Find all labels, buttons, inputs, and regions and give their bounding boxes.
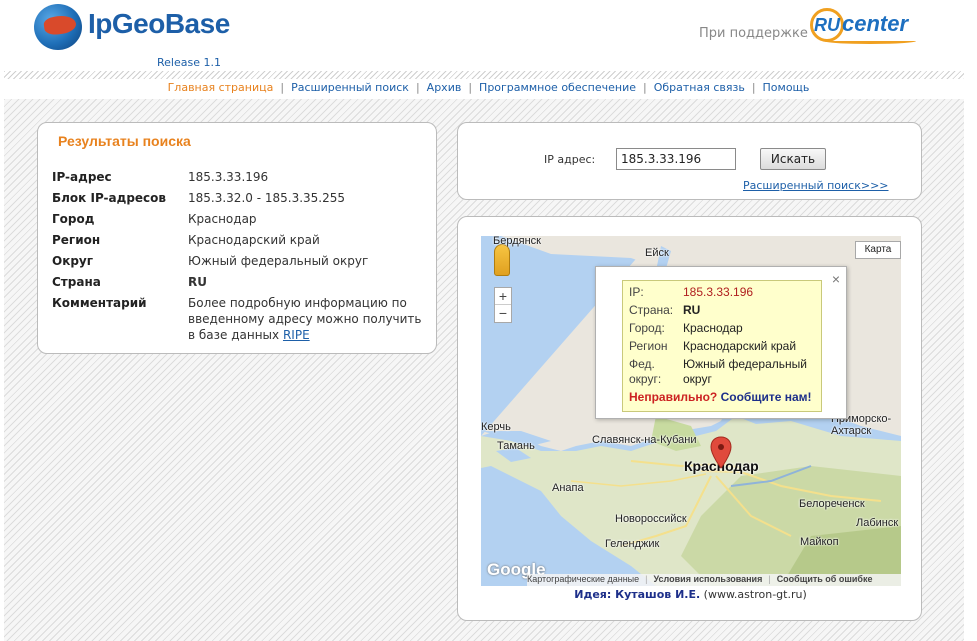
nav-separator: | [415, 81, 420, 94]
map-panel: Карта + − Бердянск Ейск Приморско-Ахтарс… [457, 216, 922, 621]
ripe-link[interactable]: RIPE [283, 328, 310, 342]
terms-link[interactable]: Условия использования [654, 574, 763, 584]
city-label: Белореченск [799, 498, 865, 510]
credits-author: Идея: Куташов И.Е. [574, 588, 701, 601]
release-label: Release 1.1 [157, 56, 221, 69]
map-type-button[interactable]: Карта [855, 241, 901, 259]
nav-help[interactable]: Помощь [763, 81, 810, 94]
nav-software[interactable]: Программное обеспечение [479, 81, 636, 94]
result-label: Город [52, 212, 95, 226]
results-table: IP-адрес 185.3.33.196 Блок IP-адресов 18… [52, 169, 430, 348]
result-label: Округ [52, 254, 94, 268]
location-pin-icon[interactable] [710, 436, 732, 470]
city-label: Анапа [552, 482, 584, 494]
nav-advanced-search[interactable]: Расширенный поиск [291, 81, 409, 94]
credits-site[interactable]: (www.astron-gt.ru) [704, 588, 807, 601]
info-value: Краснодар [683, 321, 743, 335]
info-value: 185.3.33.196 [683, 285, 754, 299]
info-row-country: Страна: RU [629, 303, 815, 318]
info-row-region: Регион Краснодарский край [629, 339, 815, 354]
city-label: Новороссийск [615, 513, 687, 525]
info-key: Фед. округ: [629, 357, 662, 386]
result-row-ip: IP-адрес 185.3.33.196 [52, 169, 430, 185]
nav-feedback[interactable]: Обратная связь [654, 81, 745, 94]
map-view[interactable]: Карта + − Бердянск Ейск Приморско-Ахтарс… [481, 236, 901, 586]
result-row-region: Регион Краснодарский край [52, 232, 430, 248]
nav-separator: | [642, 81, 647, 94]
nav-archive[interactable]: Архив [427, 81, 462, 94]
nav-home[interactable]: Главная страница [168, 81, 274, 94]
info-key: Город: [629, 321, 665, 335]
header-divider [4, 71, 964, 79]
result-row-block: Блок IP-адресов 185.3.32.0 - 185.3.35.25… [52, 190, 430, 206]
result-value: RU [188, 275, 207, 289]
credits: Идея: Куташов И.Е. (www.astron-gt.ru) [458, 588, 923, 601]
city-label: Геленджик [605, 538, 660, 550]
result-row-district: Округ Южный федеральный округ [52, 253, 430, 269]
support-label: При поддержке [699, 26, 808, 41]
search-button[interactable]: Искать [760, 148, 826, 170]
info-value: Краснодарский край [683, 339, 797, 353]
info-row-ip: IP: 185.3.33.196 [629, 285, 815, 300]
city-label: Ейск [645, 247, 669, 259]
site-logo-text[interactable]: IpGeoBase [88, 8, 230, 40]
result-value: Краснодарский край [188, 233, 320, 247]
swoosh-icon [824, 38, 916, 44]
result-value: Южный федеральный округ [188, 254, 369, 268]
result-label: Регион [52, 233, 101, 247]
advanced-search-link[interactable]: Расширенный поиск>>> [743, 179, 889, 192]
info-value: Южный федеральный округ [683, 357, 807, 386]
result-value: 185.3.33.196 [188, 170, 269, 184]
close-icon[interactable]: × [832, 271, 840, 287]
wrong-question: Неправильно? [629, 390, 718, 404]
zoom-out-button[interactable]: − [495, 305, 511, 322]
search-panel: IP адрес: Искать Расширенный поиск>>> [457, 122, 922, 200]
ru-badge-icon: RU [810, 8, 844, 42]
rucenter-wordmark: center [842, 11, 909, 36]
info-report: Неправильно? Сообщите нам! [629, 390, 815, 404]
result-value: Краснодар [188, 212, 257, 226]
zoom-in-button[interactable]: + [495, 288, 511, 305]
rucenter-logo[interactable]: RU center [810, 8, 925, 48]
map-footer: Картографические данные | Условия использо… [527, 574, 901, 586]
result-label: Комментарий [52, 296, 147, 310]
result-row-country: Страна RU [52, 274, 430, 290]
city-label: Лабинск [856, 517, 899, 529]
logo-globe-icon[interactable] [34, 4, 82, 50]
results-panel: Результаты поиска IP-адрес 185.3.33.196 … [37, 122, 437, 354]
result-label: Блок IP-адресов [52, 191, 166, 205]
ip-field-label: IP адрес: [544, 153, 596, 166]
result-label: IP-адрес [52, 170, 112, 184]
city-label: Тамань [497, 440, 535, 452]
result-row-comment: Комментарий Более подробную информацию п… [52, 295, 430, 343]
city-label: Керчь [481, 421, 511, 433]
city-label: Славянск-на-Кубани [592, 434, 697, 446]
nav-separator: | [468, 81, 473, 94]
info-value: RU [683, 303, 701, 317]
info-window: × IP: 185.3.33.196 Страна: RU Город: Кра… [595, 266, 847, 419]
info-row-city: Город: Краснодар [629, 321, 815, 336]
nav-separator: | [280, 81, 285, 94]
info-key: IP: [629, 285, 644, 299]
main-nav: Главная страница | Расширенный поиск | Архив… [0, 81, 977, 94]
info-key: Страна: [629, 303, 674, 317]
city-label: Бердянск [493, 236, 541, 247]
ip-search-input[interactable] [616, 148, 736, 170]
report-error-link[interactable]: Сообщить об ошибке [777, 574, 873, 584]
nav-separator: | [751, 81, 756, 94]
header: IpGeoBase Release 1.1 При поддержке RU c… [0, 0, 977, 72]
info-row-district: Фед. округ: Южный федеральный округ [629, 357, 815, 387]
result-label: Страна [52, 275, 101, 289]
info-key: Регион [629, 339, 668, 353]
city-label: Майкоп [800, 536, 839, 548]
results-title: Результаты поиска [58, 133, 191, 149]
result-value: 185.3.32.0 - 185.3.35.255 [188, 191, 346, 205]
result-row-city: Город Краснодар [52, 211, 430, 227]
zoom-control: + − [494, 287, 512, 323]
map-data-link[interactable]: Картографические данные [527, 574, 639, 584]
info-window-content: IP: 185.3.33.196 Страна: RU Город: Красн… [622, 280, 822, 412]
pegman-icon[interactable] [494, 244, 510, 276]
report-link[interactable]: Сообщите нам! [721, 390, 812, 404]
result-comment: Более подробную информацию по введенному… [188, 295, 428, 343]
